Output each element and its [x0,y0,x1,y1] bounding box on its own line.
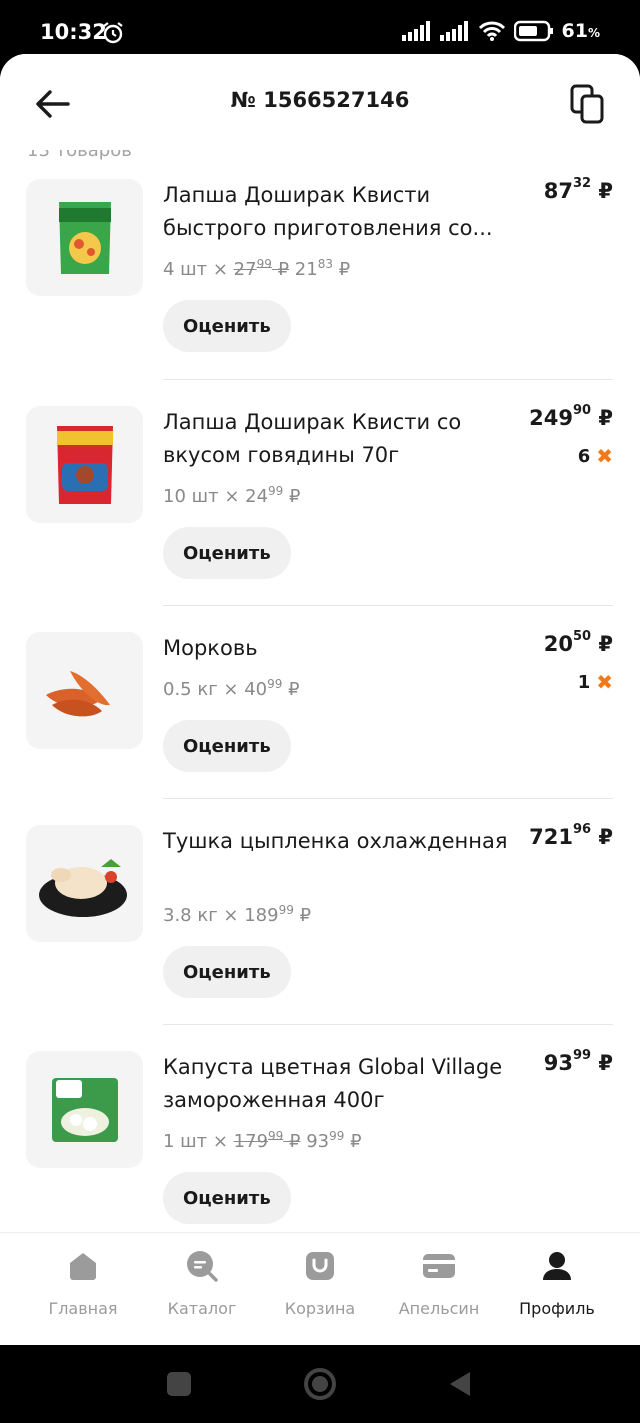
rate-button[interactable]: Оценить [163,946,291,998]
missing-count: 6 ✖ [577,444,613,468]
new-price: 2183 ₽ [294,257,351,280]
divider [163,1024,613,1025]
battery-icon [513,20,553,42]
tab-apelsin[interactable]: Апельсин [379,1249,499,1318]
bottom-tab-bar: Главная Каталог Корзина Апельсин Профиль [0,1232,640,1345]
battery-unit: % [587,26,600,40]
rate-button[interactable]: Оценить [163,300,291,352]
quantity-price: 3.8 кг × 18999 ₽ [163,903,312,926]
new-price: 9399 ₽ [306,1129,362,1152]
tab-label: Главная [48,1299,118,1318]
noodle-pack-green-icon [58,201,111,274]
profile-icon [543,1252,571,1280]
card-icon [423,1254,455,1278]
recent-apps-icon[interactable] [167,1372,191,1396]
quantity: 10 шт [163,486,219,507]
rate-button[interactable]: Оценить [163,527,291,579]
rate-button[interactable]: Оценить [163,720,291,772]
unit-price: 4099 ₽ [244,677,300,700]
order-details-sheet: № 1566527146 13 товаров Лапша Доширак Кв… [0,54,640,1345]
tab-label: Профиль [519,1299,595,1318]
product-image[interactable] [26,406,143,523]
signal-icon [439,21,468,41]
product-title[interactable]: Лапша Доширак Квисти со вкусом говядины … [163,406,523,472]
quantity-price: 1 шт × 17999 ₽ 9399 ₽ [163,1129,362,1152]
rate-button[interactable]: Оценить [163,1172,291,1224]
product-image[interactable] [26,179,143,296]
total-price: 8732 ₽ [543,176,613,203]
tab-cart[interactable]: Корзина [260,1249,380,1318]
quantity: 3.8 кг [163,905,218,926]
home-icon [70,1253,96,1280]
home-circle-icon[interactable] [303,1367,337,1401]
alarm-icon [103,22,123,44]
old-price: 2799 ₽ [233,257,290,280]
copy-icon[interactable] [570,84,606,124]
product-title[interactable]: Морковь [163,632,523,665]
battery-percent: 61 [561,20,588,42]
wifi-icon [478,21,505,41]
unit-price: 2499 ₽ [245,484,301,507]
quantity: 1 шт [163,1131,208,1152]
divider [163,605,613,606]
tab-label: Апельсин [398,1299,480,1318]
tab-label: Корзина [284,1299,356,1318]
cross-icon: ✖ [596,444,613,468]
tab-profile[interactable]: Профиль [497,1249,617,1318]
cart-bag-icon [306,1252,334,1280]
product-image[interactable] [26,1051,143,1168]
quantity: 0.5 кг [163,679,218,700]
product-title[interactable]: Тушка цыпленка охлажденная [163,825,523,858]
quantity-price: 4 шт × 2799 ₽ 2183 ₽ [163,257,351,280]
product-image[interactable] [26,632,143,749]
signal-icon [401,21,430,41]
order-number: № 1566527146 [230,88,410,112]
cross-icon: ✖ [596,670,613,694]
noodle-pack-red-icon [56,425,113,504]
header: № 1566527146 [0,54,640,150]
divider [163,798,613,799]
total-price: 9399 ₽ [543,1048,613,1075]
tab-catalog[interactable]: Каталог [142,1249,262,1318]
total-price: 2050 ₽ [543,629,613,656]
product-title[interactable]: Капуста цветная Global Village заморожен… [163,1051,523,1117]
carrot-icon [45,670,110,716]
old-price: 17999 ₽ [233,1129,301,1152]
clock: 10:32 [40,20,107,44]
divider [163,379,613,380]
back-triangle-icon[interactable] [448,1371,472,1397]
total-price: 72196 ₽ [529,822,613,849]
missing-count: 1 ✖ [577,670,613,694]
unit-price: 18999 ₽ [244,903,312,926]
total-price: 24990 ₽ [529,403,613,430]
quantity-price: 0.5 кг × 4099 ₽ [163,677,300,700]
product-title[interactable]: Лапша Доширак Квисти быстрого приготовле… [163,179,523,245]
product-image[interactable] [26,825,143,942]
tab-label: Каталог [167,1299,237,1318]
chicken-icon [38,858,127,917]
cauliflower-pack-icon [51,1077,118,1142]
system-nav-bar [0,1345,640,1423]
catalog-search-icon [187,1251,218,1282]
quantity-price: 10 шт × 2499 ₽ [163,484,301,507]
quantity: 4 шт [163,259,208,280]
tab-home[interactable]: Главная [23,1249,143,1318]
